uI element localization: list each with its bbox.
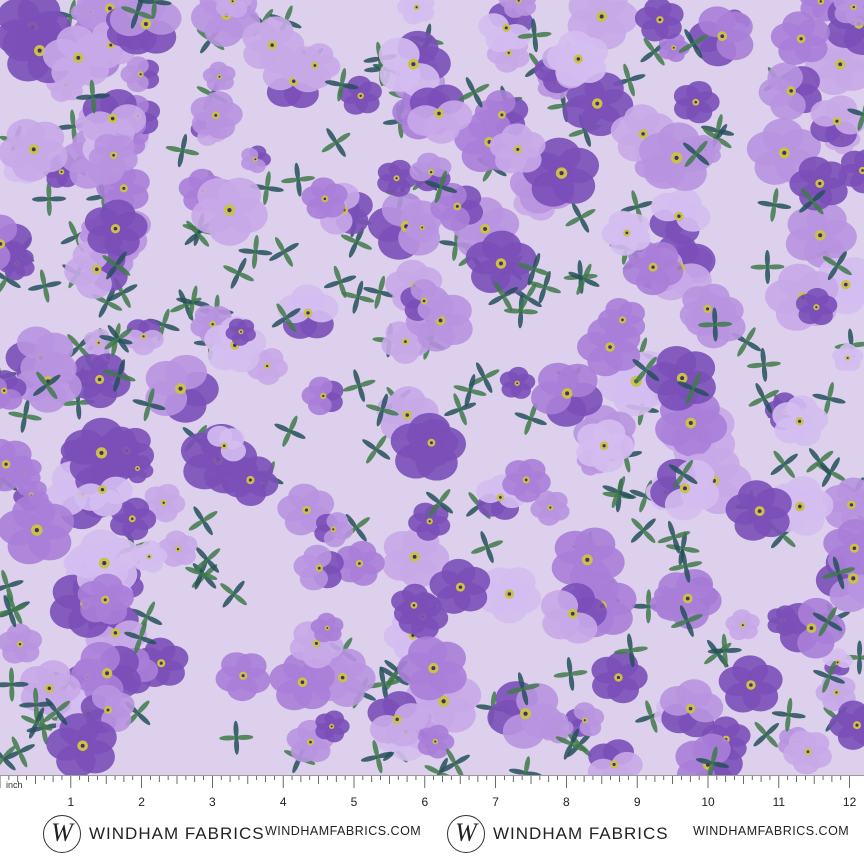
ruler-number: 10 [701,795,715,809]
pansy-flower [241,145,271,174]
leaf-sprig [188,506,218,536]
ruler-number: 3 [209,795,216,809]
pansy-flower [301,376,344,416]
ruler-number: 12 [842,795,857,809]
brand-name: WINDHAM FABRICS [89,824,265,843]
ruler-number: 5 [350,795,358,809]
pansy-flower [397,0,435,25]
ruler-number: 8 [563,795,570,809]
leaf-sprig [753,721,780,748]
pansy-flower [338,75,382,115]
leaf-sprig [630,518,656,543]
leaf-sprig [553,657,588,691]
pansy-flower [215,652,271,702]
measurement-ruler: inch 1 2 3 4 5 6 7 8 9 10 11 12 W WINDHAM FABRICS W… [0,775,864,865]
pansy-flower [315,710,350,743]
pansy-flower [145,354,219,423]
pansy-flower [587,739,643,775]
pansy-flower [591,651,648,704]
pansy-flower [391,583,438,626]
pansy-flower [499,366,536,399]
ruler-number: 7 [492,795,499,809]
leaf-sprig [219,720,254,755]
leaf-sprig [342,369,376,402]
pansy-flower [277,284,339,339]
leaf-sprig [508,756,543,775]
brand-url: WINDHAMFABRICS.COM [265,824,422,838]
pansy-flower [725,609,760,641]
fabric-swatch-image [0,0,864,775]
windham-logo-icon: W [43,815,81,853]
brand-name: WINDHAM FABRICS [493,824,669,843]
leaf-sprig [746,347,781,382]
leaf-sprig [220,580,247,608]
brand-url: WINDHAMFABRICS.COM [693,824,850,838]
pansy-flower [123,319,164,356]
ruler-number: 6 [421,795,429,809]
ruler-ticks [0,776,850,788]
pansy-flower [634,0,684,42]
pansy-flower [310,612,344,643]
pansy-flower [601,210,651,256]
pansy-flower [377,159,418,197]
leaf-sprig [321,128,351,157]
leaf-sprig [165,133,200,168]
leaf-sprig [223,257,254,289]
ruler-number: 1 [67,795,75,809]
pansy-floral-pattern [0,0,864,775]
ruler-number: 2 [138,795,145,809]
pansy-flower [190,91,243,139]
ruler-number: 11 [772,795,786,809]
ruler-number: 4 [279,795,287,809]
pansy-flower [293,544,344,591]
windham-logo-icon: W [447,815,485,853]
brand-block-2: W WINDHAM FABRICS [447,809,669,859]
pansy-flower [109,0,182,55]
pansy-flower [0,623,43,664]
leaf-sprig [0,594,26,628]
pansy-flower [783,730,832,775]
leaf-sprig [757,188,792,222]
pansy-flower [688,6,754,67]
leaf-sprig [444,393,477,426]
leaf-sprig [362,435,391,464]
brand-block-1: W WINDHAM FABRICS [43,809,265,859]
ruler-number: 9 [633,795,641,809]
pansy-flower [718,655,783,713]
leaf-sprig [471,531,504,564]
leaf-sprig [28,269,62,303]
leaf-sprig [565,202,596,233]
leaf-sprig [770,450,798,479]
leaf-sprig [274,415,306,447]
pansy-flower [673,80,720,124]
leaf-sprig [269,237,299,267]
ruler-unit-label: inch [6,780,23,790]
pansy-flower [202,61,236,92]
